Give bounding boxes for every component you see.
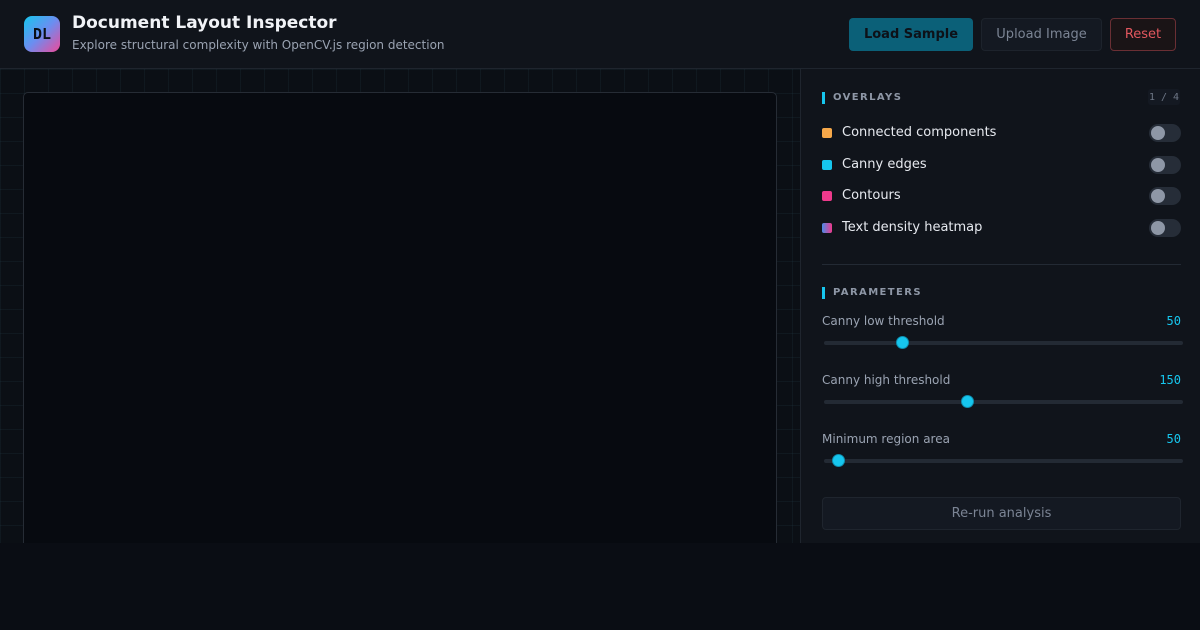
- param-value: 150: [1159, 373, 1181, 387]
- contours-toggle[interactable]: [1149, 187, 1181, 205]
- param-label: Canny high threshold: [822, 373, 951, 387]
- toggle-knob: [1151, 189, 1165, 203]
- rerun-analysis-button[interactable]: Re-run analysis: [822, 497, 1181, 530]
- toggle-knob: [1151, 126, 1165, 140]
- param-label: Minimum region area: [822, 432, 950, 446]
- text-density-heatmap-toggle[interactable]: [1149, 219, 1181, 237]
- overlay-row-text-density-heatmap: Text density heatmap: [822, 218, 1181, 238]
- overlay-row-contours: Contours: [822, 186, 1181, 206]
- app-header: DL Document Layout Inspector Explore str…: [0, 0, 1200, 69]
- canny-low-slider-track[interactable]: [824, 341, 1183, 345]
- overlay-swatch: [822, 128, 832, 138]
- parameters-heading: PARAMETERS: [822, 287, 922, 299]
- overlay-row-connected-components: Connected components: [822, 123, 1181, 143]
- min-region-area-slider-track[interactable]: [824, 459, 1183, 463]
- overlay-swatch: [822, 160, 832, 170]
- overlay-label: Text density heatmap: [842, 220, 983, 235]
- overlays-counter: 1 / 4: [1148, 89, 1180, 105]
- sidebar: OVERLAYS 1 / 4 Connected components Cann…: [800, 69, 1200, 543]
- canny-low-slider-thumb[interactable]: [896, 336, 910, 349]
- overlays-heading: OVERLAYS: [822, 92, 902, 104]
- overlay-label: Contours: [842, 188, 901, 203]
- min-region-area-slider-thumb[interactable]: [831, 454, 845, 467]
- load-sample-button[interactable]: Load Sample: [849, 18, 973, 51]
- param-value: 50: [1166, 432, 1181, 446]
- app-logo: DL: [24, 16, 60, 52]
- overlay-swatch: [822, 191, 832, 201]
- param-canny-low: Canny low threshold 50: [822, 314, 1183, 354]
- app-subtitle: Explore structural complexity with OpenC…: [72, 38, 445, 52]
- canvas-area: [0, 69, 800, 543]
- overlay-swatch: [822, 223, 832, 233]
- canny-high-slider-track[interactable]: [824, 400, 1183, 404]
- upload-image-button[interactable]: Upload Image: [981, 18, 1102, 51]
- toggle-knob: [1151, 221, 1165, 235]
- document-canvas[interactable]: [23, 92, 777, 543]
- section-divider: [822, 264, 1181, 265]
- overlay-label: Connected components: [842, 125, 997, 140]
- canny-edges-toggle[interactable]: [1149, 156, 1181, 174]
- toggle-knob: [1151, 158, 1165, 172]
- param-canny-high: Canny high threshold 150: [822, 373, 1183, 413]
- app-title: Document Layout Inspector: [72, 13, 337, 33]
- param-value: 50: [1166, 314, 1181, 328]
- param-min-region-area: Minimum region area 50: [822, 432, 1183, 472]
- canny-high-slider-thumb[interactable]: [961, 395, 975, 408]
- param-label: Canny low threshold: [822, 314, 945, 328]
- overlay-label: Canny edges: [842, 157, 927, 172]
- overlay-row-canny-edges: Canny edges: [822, 155, 1181, 175]
- reset-button[interactable]: Reset: [1110, 18, 1176, 51]
- connected-components-toggle[interactable]: [1149, 124, 1181, 142]
